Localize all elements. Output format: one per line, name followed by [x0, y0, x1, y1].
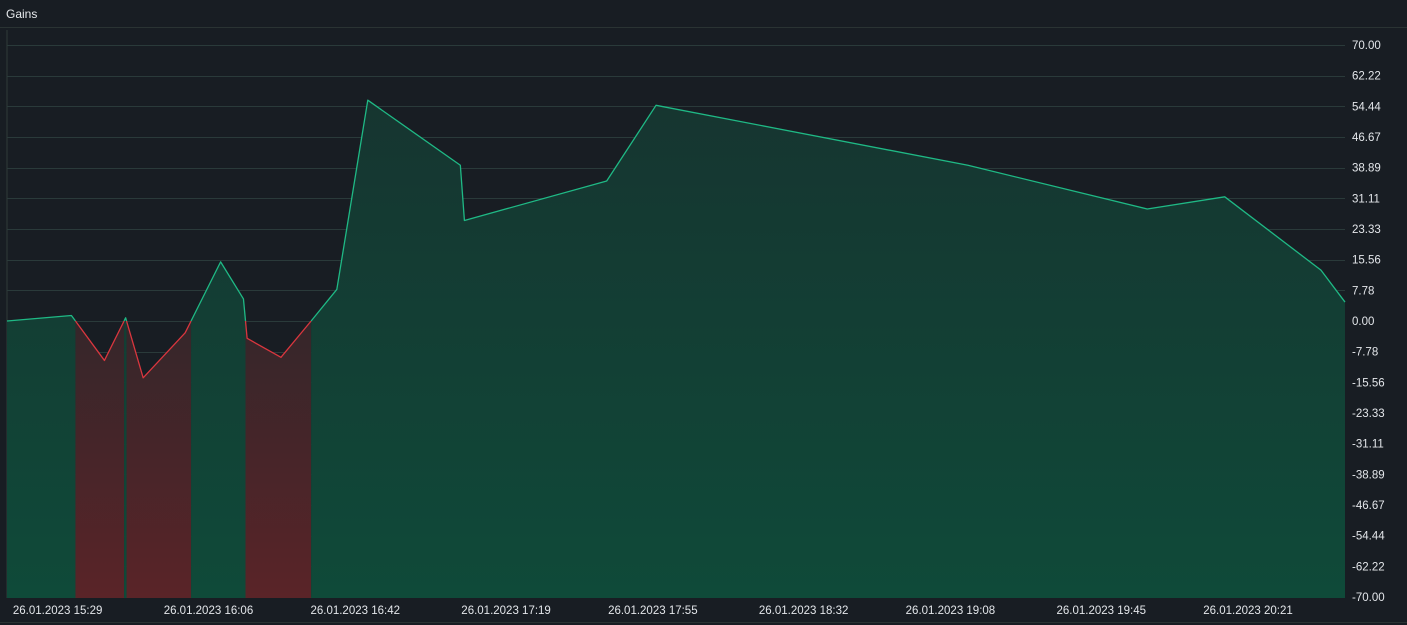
x-axis: 26.01.2023 15:29 26.01.2023 16:06 26.01.20…	[13, 605, 1293, 617]
y-tick-label: 70.00	[1352, 40, 1381, 52]
y-tick-label: 15.56	[1352, 255, 1381, 267]
y-tick-label: 23.33	[1352, 224, 1381, 236]
negative-area	[245, 321, 312, 598]
x-tick-label: 26.01.2023 15:29	[13, 605, 103, 617]
y-tick-label: 54.44	[1352, 101, 1381, 113]
x-tick-label: 26.01.2023 16:06	[164, 605, 254, 617]
x-tick-label: 26.01.2023 18:32	[759, 605, 849, 617]
y-tick-label: -54.44	[1352, 531, 1385, 543]
x-tick-label: 26.01.2023 20:21	[1203, 605, 1293, 617]
y-tick-label: -7.78	[1352, 347, 1378, 359]
y-tick-label: 38.89	[1352, 163, 1381, 175]
y-tick-label: 62.22	[1352, 71, 1381, 83]
negative-area	[126, 321, 192, 598]
y-tick-label: -23.33	[1352, 408, 1385, 420]
y-tick-label: -46.67	[1352, 500, 1385, 512]
positive-area	[7, 315, 76, 598]
x-tick-label: 26.01.2023 17:19	[461, 605, 551, 617]
positive-area	[311, 100, 1346, 598]
y-tick-label: 0.00	[1352, 316, 1374, 328]
x-tick-label: 26.01.2023 16:42	[310, 605, 400, 617]
y-tick-label: -31.11	[1352, 439, 1384, 451]
y-tick-label: 7.78	[1352, 285, 1374, 297]
y-tick-label: -62.22	[1352, 561, 1385, 573]
x-tick-label: 26.01.2023 19:45	[1057, 605, 1147, 617]
y-tick-label: -70.00	[1352, 592, 1385, 604]
negative-area	[75, 321, 125, 598]
gains-chart[interactable]: 70.00 62.22 54.44 46.67 38.89 31.11 23.33 15.56…	[0, 0, 1407, 625]
positive-area	[124, 317, 127, 598]
positive-area	[191, 261, 246, 598]
y-tick-label: 46.67	[1352, 132, 1381, 144]
x-tick-label: 26.01.2023 17:55	[608, 605, 698, 617]
y-axis: 70.00 62.22 54.44 46.67 38.89 31.11 23.33 15.56…	[1352, 40, 1385, 604]
series-area	[7, 100, 1346, 598]
y-tick-label: -15.56	[1352, 377, 1385, 389]
y-tick-label: 31.11	[1352, 193, 1380, 205]
x-tick-label: 26.01.2023 19:08	[906, 605, 996, 617]
y-tick-label: -38.89	[1352, 469, 1385, 481]
